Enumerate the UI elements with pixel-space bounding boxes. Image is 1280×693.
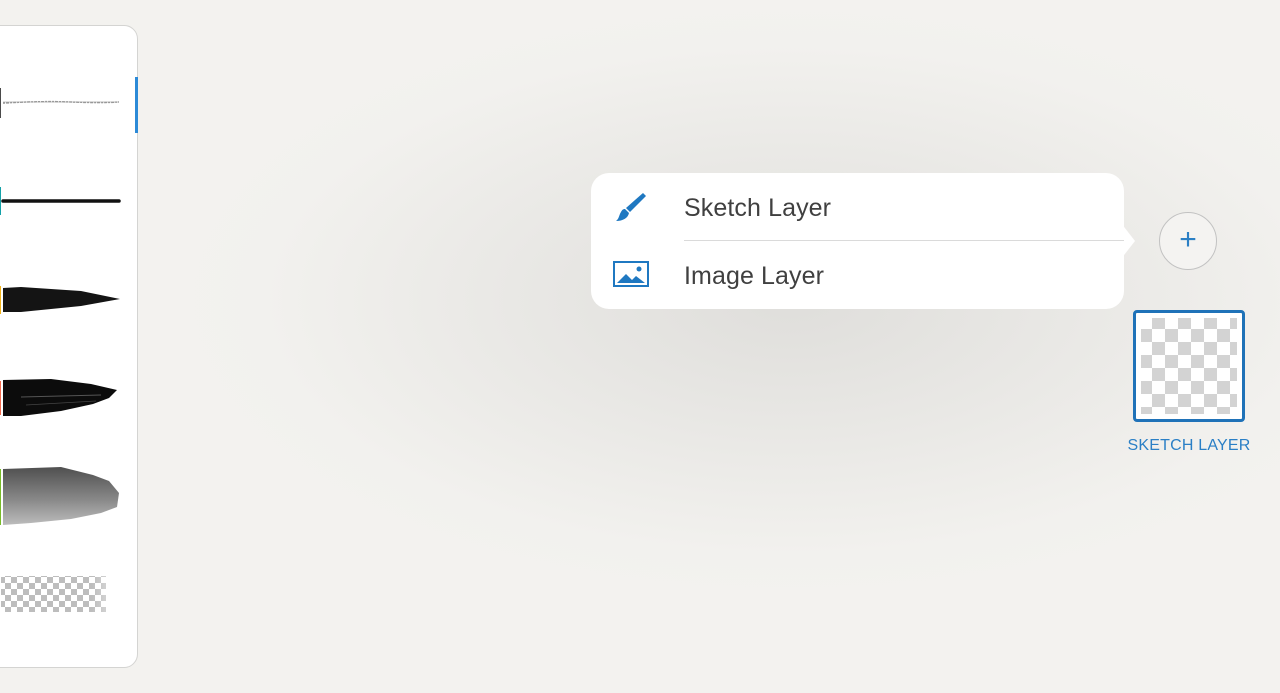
menu-item-label: Sketch Layer bbox=[684, 194, 832, 222]
paint-brush-stroke-icon bbox=[3, 379, 117, 416]
eraser-stroke-icon bbox=[1, 576, 106, 612]
brush-paint-brush[interactable] bbox=[0, 364, 139, 424]
add-layer-menu: Sketch Layer Image Layer bbox=[591, 173, 1135, 309]
menu-item-sketch-layer[interactable]: Sketch Layer bbox=[591, 173, 1124, 240]
layer-caption: SKETCH LAYER bbox=[1127, 437, 1251, 454]
brush-pen-stroke-icon bbox=[3, 287, 120, 312]
wash-brush-stroke-icon bbox=[3, 467, 119, 525]
image-icon bbox=[613, 260, 649, 292]
plus-icon: + bbox=[1179, 223, 1197, 256]
active-brush-indicator bbox=[135, 77, 138, 133]
brush-eraser[interactable] bbox=[0, 571, 139, 631]
brush-pencil[interactable] bbox=[0, 71, 139, 131]
add-layer-button[interactable]: + bbox=[1159, 212, 1217, 270]
menu-item-label: Image Layer bbox=[684, 262, 825, 290]
menu-item-image-layer[interactable]: Image Layer bbox=[591, 241, 1124, 308]
brush-ink-pen[interactable] bbox=[0, 171, 139, 231]
ink-pen-stroke-icon bbox=[1, 199, 121, 203]
layer-thumbnail[interactable] bbox=[1133, 310, 1245, 422]
brush-brush-pen[interactable] bbox=[0, 269, 139, 329]
brush-panel bbox=[0, 25, 138, 668]
pencil-stroke-icon bbox=[2, 100, 120, 104]
paintbrush-icon bbox=[613, 191, 647, 223]
brush-wash-brush[interactable] bbox=[0, 461, 139, 525]
